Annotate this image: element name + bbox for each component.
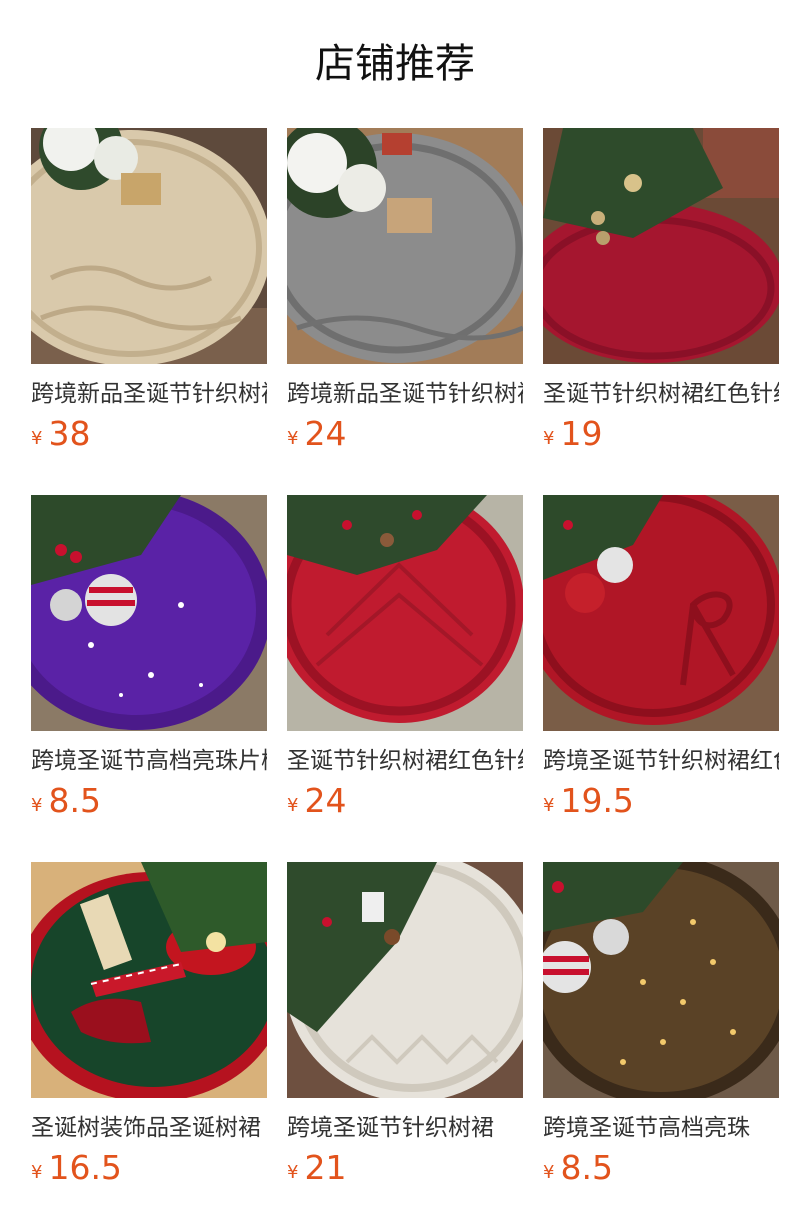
product-card[interactable]: 跨境圣诞节针织树裙红色 ¥19.5	[543, 495, 779, 862]
product-name[interactable]: 跨境圣诞节针织树裙	[287, 1112, 523, 1144]
currency-symbol: ¥	[543, 1162, 555, 1183]
product-name[interactable]: 跨境圣诞节高档亮珠	[543, 1112, 779, 1144]
product-card[interactable]: 圣诞树装饰品圣诞树裙 ¥16.5	[31, 862, 267, 1229]
product-name[interactable]: 圣诞节针织树裙红色针织	[543, 378, 779, 410]
price-value: 24	[304, 781, 347, 820]
product-image[interactable]	[31, 128, 267, 364]
product-card[interactable]: 跨境圣诞节针织树裙 ¥21	[287, 862, 523, 1229]
product-price: ¥21	[287, 1146, 523, 1190]
product-price: ¥38	[31, 412, 267, 456]
product-image[interactable]	[543, 495, 779, 731]
currency-symbol: ¥	[287, 795, 299, 816]
currency-symbol: ¥	[31, 1162, 43, 1183]
price-value: 8.5	[48, 781, 101, 820]
product-price: ¥8.5	[543, 1146, 779, 1190]
currency-symbol: ¥	[543, 428, 555, 449]
product-name[interactable]: 跨境新品圣诞节针织树裙	[287, 378, 523, 410]
product-card[interactable]: 跨境圣诞节高档亮珠 ¥8.5	[543, 862, 779, 1229]
product-image[interactable]	[543, 128, 779, 364]
currency-symbol: ¥	[543, 795, 555, 816]
currency-symbol: ¥	[31, 428, 43, 449]
product-image[interactable]	[287, 862, 523, 1098]
product-price: ¥16.5	[31, 1146, 267, 1190]
product-name[interactable]: 跨境圣诞节高档亮珠片树裙	[31, 745, 267, 777]
product-price: ¥19	[543, 412, 779, 456]
product-card[interactable]: 圣诞节针织树裙红色针织 ¥24	[287, 495, 523, 862]
price-value: 24	[304, 414, 347, 453]
product-card[interactable]: 跨境新品圣诞节针织树裙 ¥24	[287, 128, 523, 495]
currency-symbol: ¥	[287, 428, 299, 449]
product-card[interactable]: 跨境新品圣诞节针织树裙 ¥38	[31, 128, 267, 495]
price-value: 38	[48, 414, 91, 453]
product-image[interactable]	[543, 862, 779, 1098]
product-name[interactable]: 圣诞树装饰品圣诞树裙	[31, 1112, 267, 1144]
product-card[interactable]: 跨境圣诞节高档亮珠片树裙 ¥8.5	[31, 495, 267, 862]
product-grid: 跨境新品圣诞节针织树裙 ¥38 跨境新品圣诞节针织树裙 ¥24 圣诞节针织树裙红…	[31, 128, 780, 1229]
product-name[interactable]: 跨境圣诞节针织树裙红色	[543, 745, 779, 777]
product-card[interactable]: 圣诞节针织树裙红色针织 ¥19	[543, 128, 779, 495]
product-price: ¥24	[287, 779, 523, 823]
product-image[interactable]	[287, 128, 523, 364]
product-price: ¥19.5	[543, 779, 779, 823]
product-price: ¥8.5	[31, 779, 267, 823]
currency-symbol: ¥	[287, 1162, 299, 1183]
price-value: 8.5	[560, 1148, 613, 1187]
product-price: ¥24	[287, 412, 523, 456]
price-value: 19	[560, 414, 603, 453]
product-image[interactable]	[287, 495, 523, 731]
product-name[interactable]: 圣诞节针织树裙红色针织	[287, 745, 523, 777]
page-title: 店铺推荐	[315, 41, 475, 87]
price-value: 21	[304, 1148, 347, 1187]
price-value: 19.5	[560, 781, 634, 820]
product-name[interactable]: 跨境新品圣诞节针织树裙	[31, 378, 267, 410]
price-value: 16.5	[48, 1148, 122, 1187]
product-image[interactable]	[31, 862, 267, 1098]
currency-symbol: ¥	[31, 795, 43, 816]
product-image[interactable]	[31, 495, 267, 731]
